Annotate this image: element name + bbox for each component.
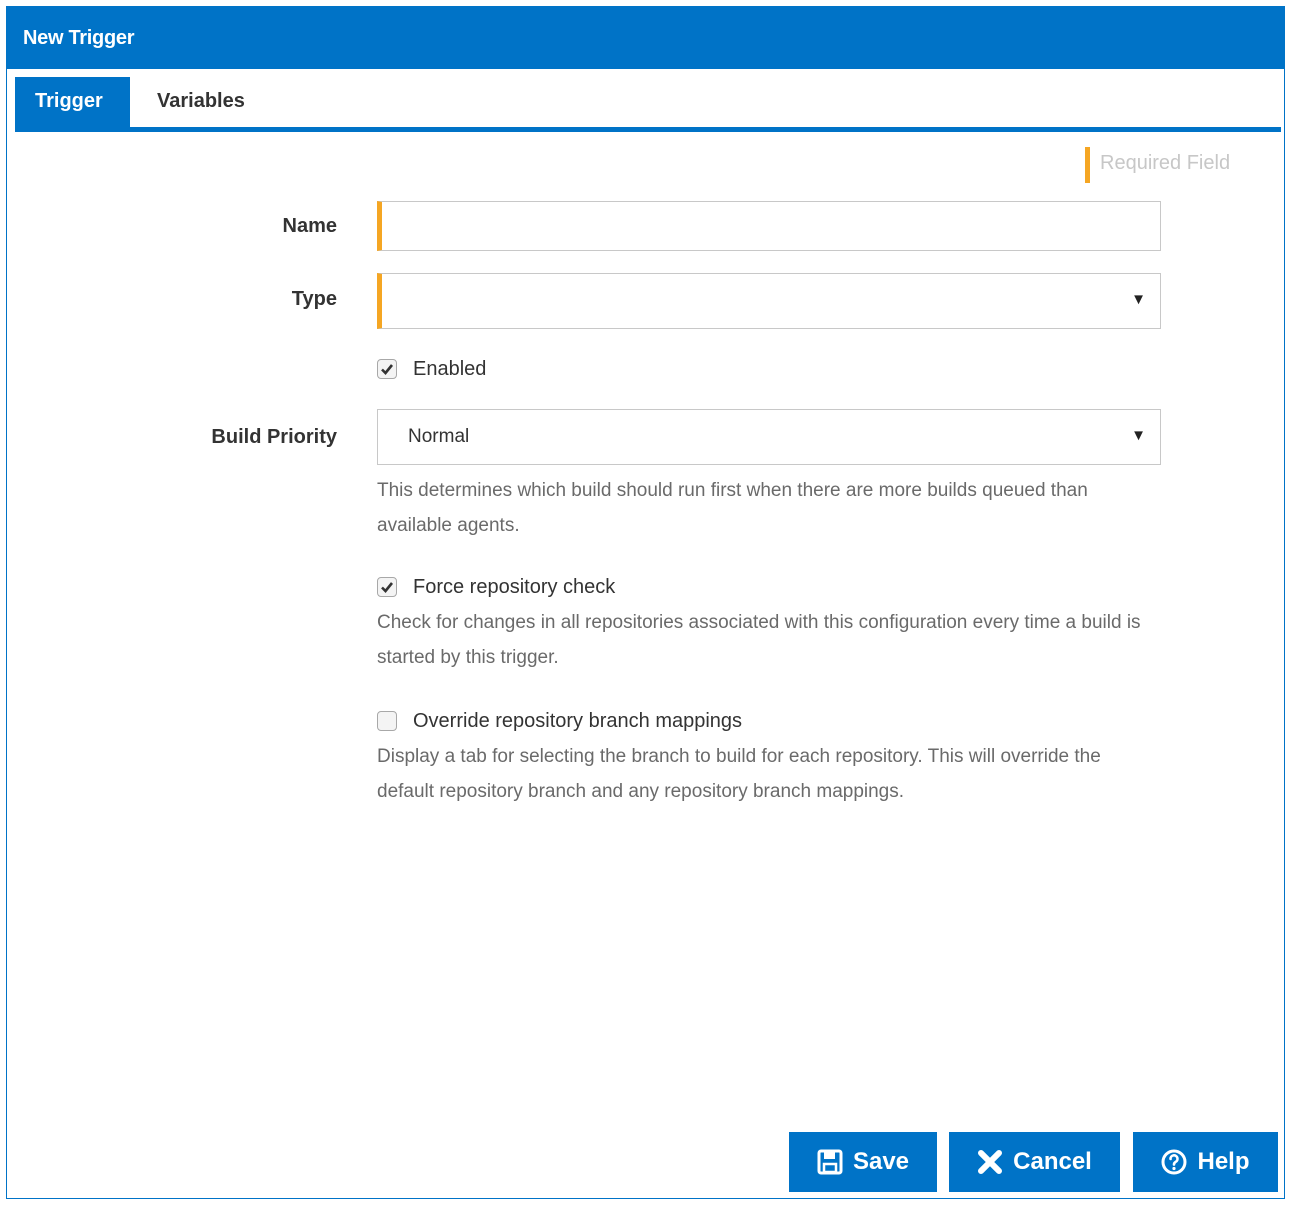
name-input[interactable] [382,202,1160,250]
build-priority-select[interactable]: Normal ▼ [377,409,1161,465]
checkmark-icon [381,582,394,593]
enabled-checkbox[interactable]: Enabled [377,355,486,383]
close-icon [977,1149,1003,1175]
checkmark-icon [381,364,394,375]
help-button-label: Help [1197,1148,1250,1175]
force-repository-check-label: Force repository check [413,575,616,598]
override-branch-mappings-help: Display a tab for selecting the branch t… [377,746,1101,802]
override-branch-mappings-box[interactable] [377,711,397,731]
override-branch-mappings-label: Override repository branch mappings [413,709,743,732]
tab-trigger[interactable]: Trigger [15,77,130,127]
cancel-button-label: Cancel [1013,1148,1092,1175]
tab-bar: Trigger Variables [15,77,1281,132]
chevron-down-icon: ▼ [1131,291,1146,308]
build-priority-help: This determines which build should run f… [377,480,1088,536]
question-circle-icon [1161,1149,1187,1175]
enabled-label: Enabled [413,357,487,380]
floppy-disk-icon [817,1149,843,1175]
save-button-label: Save [852,1148,910,1175]
override-branch-mappings-checkbox[interactable]: Override repository branch mappings [377,707,742,735]
new-trigger-dialog: New Trigger Trigger Variables Required F… [6,6,1285,1199]
build-priority-value: Normal [408,426,470,447]
force-repository-check-checkbox[interactable]: Force repository check [377,573,615,601]
help-button[interactable]: Help [1133,1132,1278,1192]
force-repository-check-help: Check for changes in all repositories as… [377,612,1141,668]
save-button[interactable]: Save [789,1132,937,1192]
dialog-title: New Trigger [23,27,135,49]
enabled-checkbox-box[interactable] [377,359,397,379]
name-label: Name [282,215,337,237]
dialog-titlebar: New Trigger [7,7,1284,69]
build-priority-label: Build Priority [211,426,337,448]
required-field-legend: Required Field [1085,147,1230,183]
type-select[interactable]: ▼ [377,273,1161,329]
cancel-button[interactable]: Cancel [949,1132,1120,1192]
tab-variables[interactable]: Variables [137,77,265,127]
type-label: Type [291,288,337,310]
force-repository-check-box[interactable] [377,577,397,597]
name-field[interactable] [377,201,1161,251]
chevron-down-icon: ▼ [1131,427,1146,444]
